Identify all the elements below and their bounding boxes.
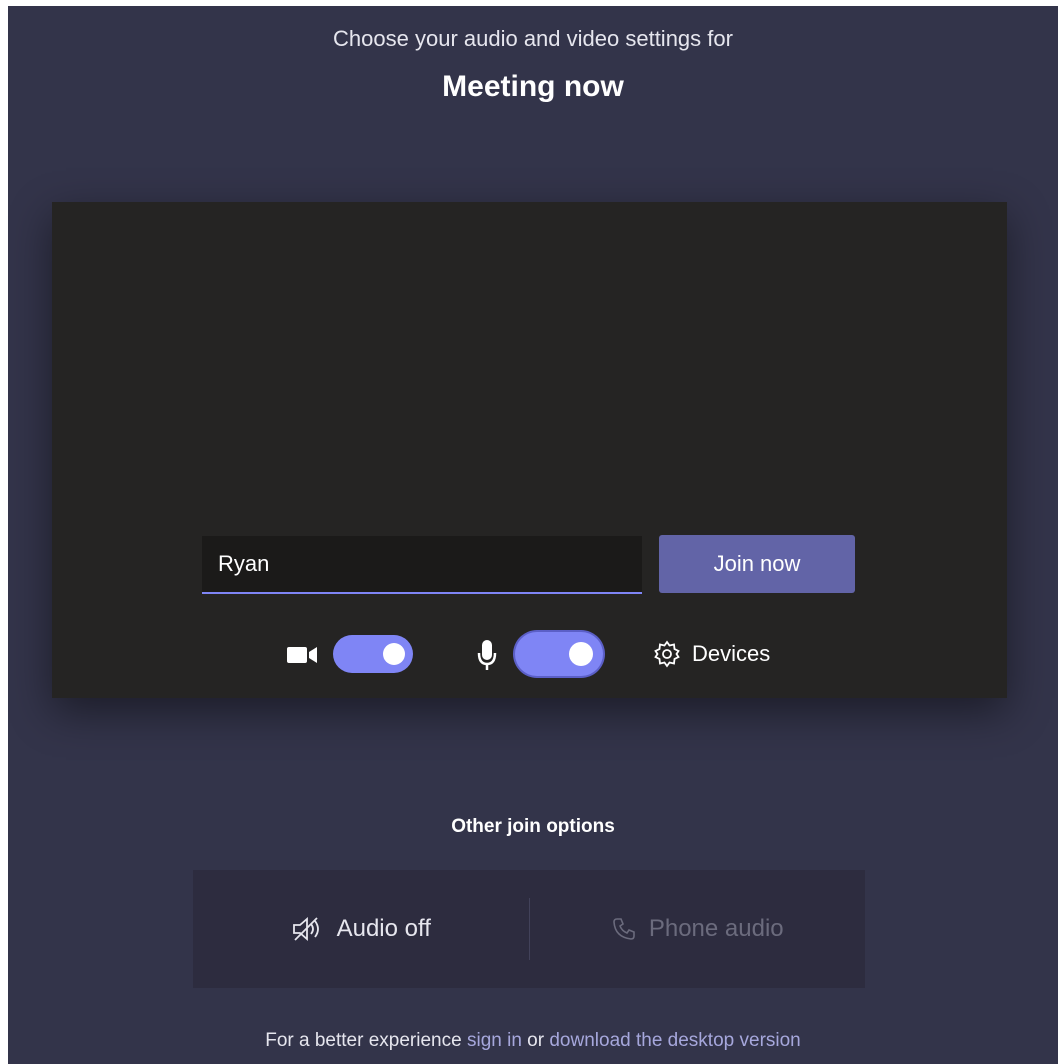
sign-in-link[interactable]: sign in: [467, 1030, 522, 1051]
audio-off-label: Audio off: [336, 915, 431, 942]
phone-audio-option[interactable]: Phone audio: [530, 870, 866, 988]
prejoin-screen: Choose your audio and video settings for…: [8, 6, 1058, 1064]
footer-or: or: [527, 1030, 545, 1051]
video-toggle-knob: [383, 643, 405, 665]
audio-toggle[interactable]: [515, 632, 603, 676]
footer-note: For a better experience sign in or downl…: [8, 1030, 1058, 1052]
video-toggle[interactable]: [333, 635, 413, 673]
phone-icon: [613, 918, 635, 940]
devices-label: Devices: [692, 641, 771, 666]
footer-prefix: For a better experience: [265, 1030, 462, 1051]
microphone-icon: [477, 640, 497, 670]
other-join-options-title: Other join options: [451, 816, 615, 837]
speaker-off-icon: [292, 917, 319, 941]
media-controls: Devices: [52, 630, 1007, 680]
audio-toggle-knob: [569, 642, 593, 666]
download-desktop-link[interactable]: download the desktop version: [549, 1030, 800, 1051]
camera-icon: [287, 647, 317, 663]
join-now-button[interactable]: Join now: [659, 535, 855, 593]
name-input[interactable]: [202, 536, 642, 594]
devices-button[interactable]: Devices: [652, 636, 770, 672]
video-preview: Join now: [52, 202, 1007, 698]
phone-audio-label: Phone audio: [648, 915, 784, 942]
prejoin-subtitle: Choose your audio and video settings for: [333, 26, 733, 51]
join-options-panel: Audio off Phone audio: [193, 870, 865, 988]
meeting-title: Meeting now: [442, 70, 624, 103]
audio-off-option[interactable]: Audio off: [193, 870, 529, 988]
gear-icon: [654, 640, 680, 668]
